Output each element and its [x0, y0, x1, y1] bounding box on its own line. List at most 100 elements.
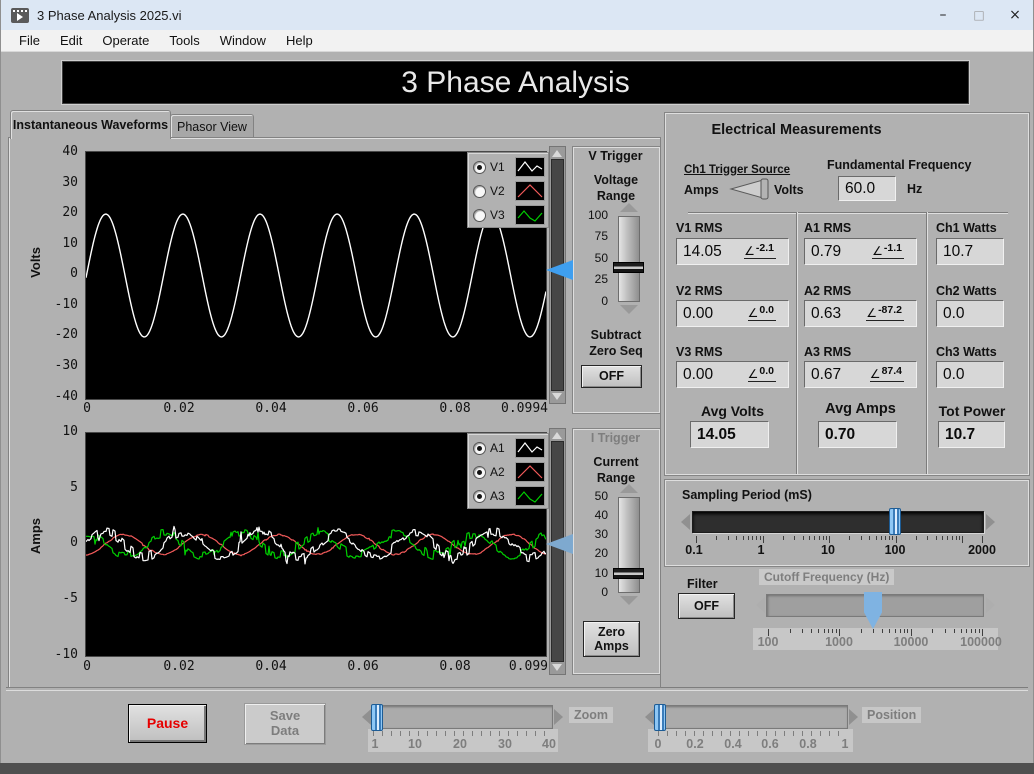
- avg-value: 10.7: [945, 425, 976, 443]
- tab-instantaneous-waveforms[interactable]: Instantaneous Waveforms: [10, 110, 171, 139]
- line-style-swatch-icon[interactable]: [515, 157, 545, 177]
- ch3-watts-label: Ch3 Watts: [936, 345, 997, 359]
- filter-label: Filter: [687, 577, 718, 591]
- phase-angle: ∠ -1.1: [872, 241, 904, 259]
- cutoff-scale-tick: 10000: [893, 635, 929, 649]
- grid-col-divider: [926, 212, 927, 474]
- a1-rms-label: A1 RMS: [804, 221, 852, 235]
- legend-item-v2[interactable]: V2: [473, 180, 545, 202]
- a3-rms-label: A3 RMS: [804, 345, 852, 359]
- pause-button[interactable]: Pause: [128, 704, 207, 743]
- save-data-button[interactable]: Save Data: [244, 703, 326, 745]
- sampling-period-handle[interactable]: [889, 508, 901, 535]
- ch3-watts-display: 0.0: [936, 361, 1004, 388]
- sampling-scale-tick: 0.1: [685, 543, 703, 557]
- legend-label: V1: [490, 160, 505, 174]
- legend-label: A2: [490, 465, 505, 479]
- legend-item-v1[interactable]: V1: [473, 156, 545, 178]
- position-scale-tick: 0.8: [799, 737, 817, 751]
- fundamental-frequency-field[interactable]: 60.0: [838, 176, 896, 201]
- filter-off-button[interactable]: OFF: [678, 593, 735, 619]
- menu-operate[interactable]: Operate: [92, 33, 159, 48]
- legend-label: A1: [490, 441, 505, 455]
- cutoff-frequency-handle[interactable]: [864, 592, 882, 629]
- position-slider[interactable]: [655, 705, 848, 729]
- v3-rms-label: V3 RMS: [676, 345, 723, 359]
- legend-item-a1[interactable]: A1: [473, 437, 545, 459]
- titlebar: 3 Phase Analysis 2025.vi – □ ×: [1, 0, 1033, 30]
- line-style-swatch-icon[interactable]: [515, 181, 545, 201]
- tab-phasor-view[interactable]: Phasor View: [170, 114, 254, 139]
- i-trigger-level-icon[interactable]: [546, 534, 573, 554]
- minimize-button[interactable]: –: [925, 0, 961, 30]
- radio-unselected-icon[interactable]: [473, 184, 486, 198]
- position-scale-tick: 1: [841, 737, 849, 751]
- legend-item-v3[interactable]: V3: [473, 204, 545, 226]
- slider-left-arrow-icon[interactable]: [362, 709, 371, 725]
- maximize-button[interactable]: □: [961, 0, 997, 30]
- rms-value: 0.00: [683, 304, 714, 322]
- close-button[interactable]: ×: [997, 0, 1033, 30]
- rms-value: 14.05: [683, 242, 722, 260]
- slider-left-arrow-icon[interactable]: [645, 709, 654, 725]
- menu-window[interactable]: Window: [210, 33, 276, 48]
- zoom-handle[interactable]: [371, 704, 383, 731]
- v2-rms-display: 0.00 ∠ 0.0: [676, 300, 789, 327]
- rms-value: 0.79: [811, 242, 842, 260]
- banner: 3 Phase Analysis: [62, 61, 969, 104]
- menu-edit[interactable]: Edit: [50, 33, 92, 48]
- trigger-source-switch[interactable]: [729, 178, 771, 200]
- sampling-scale-tick: 100: [884, 543, 906, 557]
- slider-right-arrow-icon[interactable]: [554, 709, 563, 725]
- radio-selected-icon[interactable]: [473, 489, 486, 503]
- zoom-scale-tick: 20: [453, 737, 467, 751]
- tot-power-display: 10.7: [938, 421, 1005, 448]
- slider-right-arrow-icon[interactable]: [849, 709, 858, 725]
- tab-label: Instantaneous Waveforms: [12, 118, 169, 132]
- v1-rms-display: 14.05 ∠ -2.1: [676, 238, 789, 265]
- a2-rms-display: 0.63 ∠ -87.2: [804, 300, 917, 327]
- line-style-swatch-icon[interactable]: [515, 486, 545, 506]
- slider-right-arrow-icon[interactable]: [986, 514, 995, 530]
- phase-angle: ∠ 0.0: [747, 364, 776, 382]
- watts-value: 0.0: [943, 365, 965, 383]
- sampling-scale-tick: 2000: [968, 543, 996, 557]
- avg-amps-display: 0.70: [818, 421, 897, 448]
- position-minor-ticks: [658, 731, 846, 736]
- position-handle[interactable]: [654, 704, 666, 731]
- phase-angle: ∠ 87.4: [869, 364, 904, 382]
- line-style-swatch-icon[interactable]: [515, 462, 545, 482]
- legend-label: V3: [490, 208, 505, 222]
- tot-power-label: Tot Power: [938, 403, 1006, 419]
- avg-value: 14.05: [697, 425, 736, 443]
- menu-file[interactable]: File: [9, 33, 50, 48]
- radio-selected-icon[interactable]: [473, 160, 486, 174]
- app-window: 3 Phase Analysis 2025.vi – □ × File Edit…: [0, 0, 1034, 774]
- rms-value: 0.63: [811, 304, 842, 322]
- watts-value: 0.0: [943, 304, 965, 322]
- line-style-swatch-icon[interactable]: [515, 205, 545, 225]
- legend-item-a2[interactable]: A2: [473, 461, 545, 483]
- position-scale-tick: 0.2: [686, 737, 704, 751]
- radio-unselected-icon[interactable]: [473, 208, 486, 222]
- ch1-trigger-source-label: Ch1 Trigger Source: [684, 164, 791, 176]
- zoom-slider[interactable]: [372, 705, 553, 729]
- menu-tools[interactable]: Tools: [159, 33, 209, 48]
- amp-graph-legend: A1 A2 A3: [467, 433, 549, 509]
- slider-left-arrow-icon[interactable]: [681, 514, 690, 530]
- sampling-period-label: Sampling Period (mS): [682, 488, 812, 502]
- v1-rms-label: V1 RMS: [676, 221, 723, 235]
- line-style-swatch-icon[interactable]: [515, 438, 545, 458]
- slider-right-arrow-icon[interactable]: [986, 597, 995, 613]
- radio-selected-icon[interactable]: [473, 465, 486, 479]
- legend-item-a3[interactable]: A3: [473, 485, 545, 507]
- window-controls: – □ ×: [925, 0, 1033, 30]
- menu-help[interactable]: Help: [276, 33, 323, 48]
- radio-selected-icon[interactable]: [473, 441, 486, 455]
- sampling-period-slider[interactable]: [692, 511, 984, 533]
- zoom-scale-tick: 30: [498, 737, 512, 751]
- measurements-title: Electrical Measurements: [711, 122, 882, 138]
- slider-left-arrow-icon[interactable]: [756, 597, 765, 613]
- v-trigger-level-icon[interactable]: [546, 260, 573, 280]
- fundamental-frequency-label: Fundamental Frequency: [827, 158, 972, 172]
